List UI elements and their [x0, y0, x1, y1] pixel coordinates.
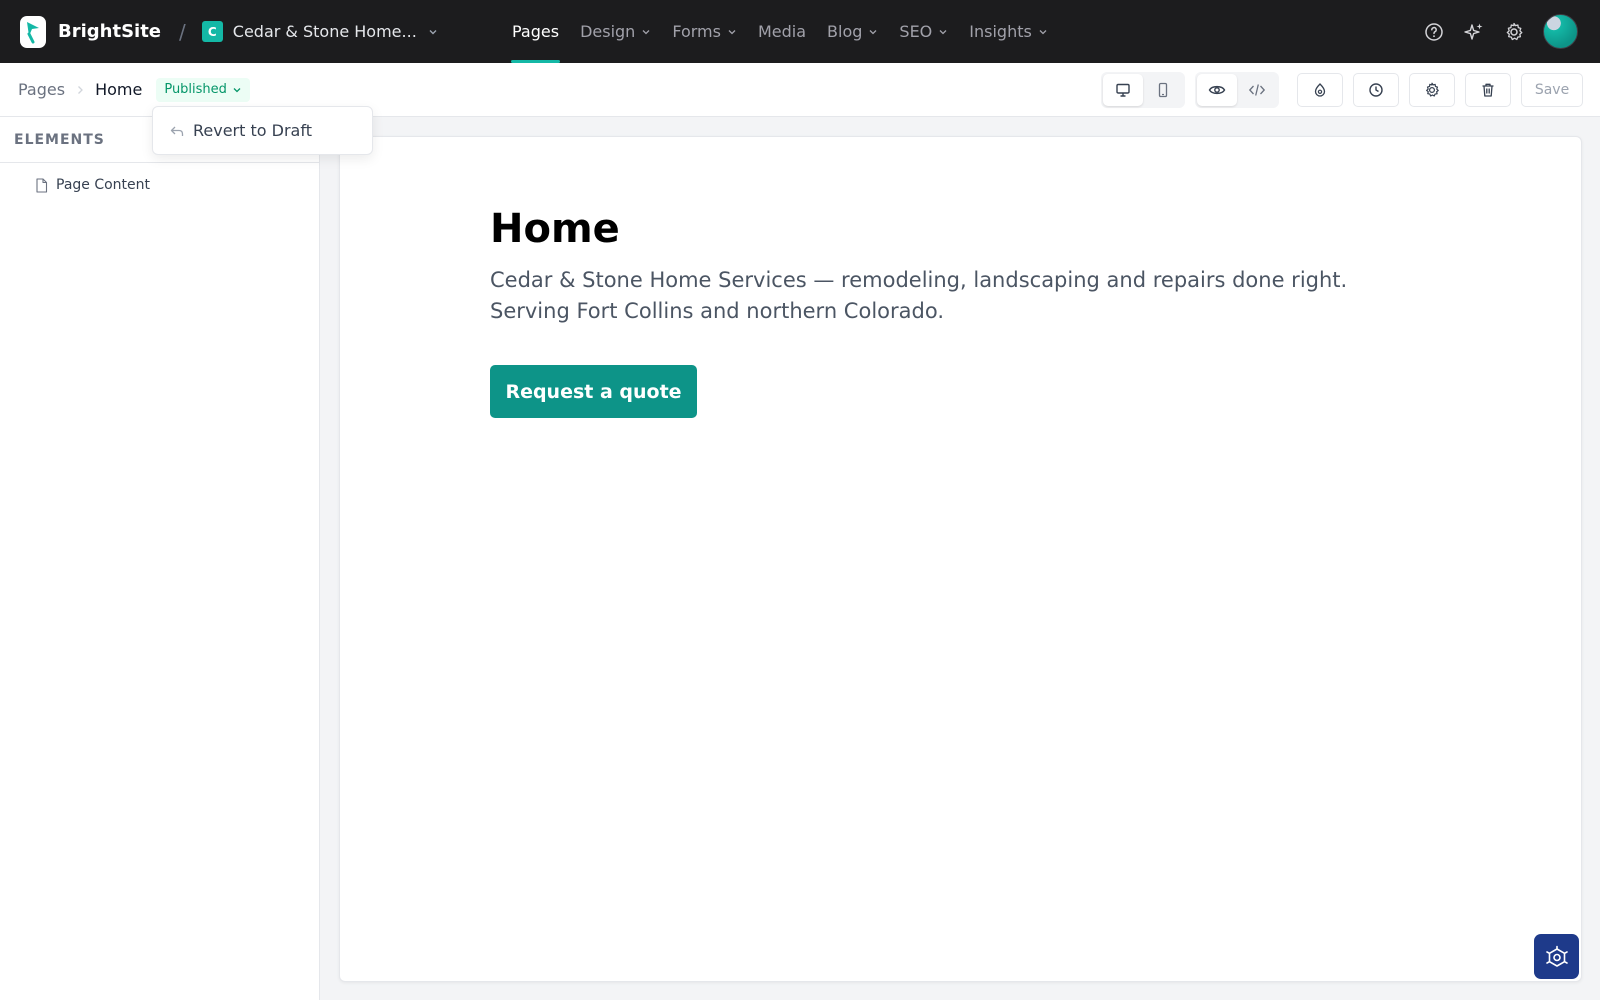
request-quote-button[interactable]: Request a quote [490, 365, 697, 418]
main-nav: Pages Design Forms Media Blog SEO Insigh… [510, 0, 1069, 63]
status-label: Published [164, 82, 227, 97]
revert-to-draft-label: Revert to Draft [193, 121, 312, 140]
brand-separator: / [179, 19, 186, 44]
nav-pages[interactable]: Pages [510, 0, 561, 63]
help-icon[interactable] [1423, 21, 1445, 43]
app-name: BrightSite [58, 21, 162, 42]
history-button[interactable] [1353, 73, 1399, 107]
eye-icon [1208, 85, 1226, 95]
gear-icon[interactable] [1503, 21, 1525, 43]
clock-icon [1369, 83, 1383, 97]
styles-button[interactable] [1297, 73, 1343, 107]
nav-pages-label: Pages [512, 22, 560, 41]
trash-icon [1482, 83, 1494, 97]
chevron-right-icon [78, 85, 83, 94]
desktop-view-button[interactable] [1103, 74, 1143, 106]
save-button[interactable]: Save [1521, 73, 1583, 107]
top-actions [1405, 0, 1578, 63]
nav-design-label: Design [580, 22, 636, 41]
status-dropdown-menu: Revert to Draft [152, 106, 373, 155]
tree-item-label: Page Content [56, 177, 151, 193]
mobile-view-button[interactable] [1143, 74, 1183, 106]
nav-blog-label: Blog [827, 22, 863, 41]
bug-report-button[interactable] [1534, 934, 1579, 979]
brand[interactable]: BrightSite [20, 15, 162, 48]
page-content: Home Cedar & Stone Home Services — remod… [490, 205, 1410, 418]
file-icon [36, 177, 48, 193]
elements-panel: ELEMENTS Page Content [0, 117, 320, 1000]
nav-media-label: Media [757, 22, 807, 41]
preview-button[interactable] [1197, 74, 1237, 106]
nav-forms[interactable]: Forms [672, 0, 737, 63]
code-view-button[interactable] [1237, 74, 1277, 106]
chevron-down-icon [939, 29, 947, 34]
page-settings-button[interactable] [1409, 73, 1455, 107]
undo-icon [170, 126, 184, 136]
nav-blog[interactable]: Blog [827, 0, 878, 63]
chevron-down-icon [1039, 29, 1047, 34]
tree-item-page-content[interactable]: Page Content [35, 174, 319, 196]
page-canvas[interactable]: Home Cedar & Stone Home Services — remod… [339, 136, 1582, 982]
device-toggle [1101, 72, 1185, 108]
delete-button[interactable] [1465, 73, 1511, 107]
code-icon [1248, 84, 1266, 96]
nav-forms-label: Forms [672, 22, 721, 41]
nav-seo-label: SEO [899, 22, 933, 41]
mobile-icon [1158, 82, 1168, 98]
bug-icon [1545, 945, 1568, 967]
palette-icon [1314, 83, 1326, 97]
site-badge: C [201, 21, 223, 42]
revert-to-draft-option[interactable]: Revert to Draft [169, 121, 312, 140]
chevron-down-icon [429, 29, 437, 34]
breadcrumb-current: Home [95, 80, 143, 99]
nav-insights-label: Insights [969, 22, 1032, 41]
nav-seo[interactable]: SEO [899, 0, 948, 63]
brightsite-logo-icon [20, 15, 46, 48]
desktop-icon [1116, 83, 1130, 97]
status-badge[interactable]: Published [156, 77, 250, 102]
nav-design[interactable]: Design [580, 0, 651, 63]
nav-media[interactable]: Media [758, 0, 806, 63]
sparkles-icon[interactable] [1463, 21, 1485, 43]
breadcrumb-pages-link[interactable]: Pages [18, 80, 65, 99]
gear-icon [1426, 82, 1439, 97]
site-switcher[interactable]: C Cedar & Stone Home... [201, 21, 439, 42]
editor-toolbar: Save [1101, 72, 1583, 108]
top-bar: BrightSite / C Cedar & Stone Home... Pag… [0, 0, 1600, 63]
nav-insights[interactable]: Insights [969, 0, 1048, 63]
site-name: Cedar & Stone Home... [232, 22, 417, 41]
page-heading[interactable]: Home [490, 205, 1410, 253]
chevron-down-icon [642, 29, 650, 34]
mode-toggle [1195, 72, 1279, 108]
breadcrumb: Pages Home [18, 80, 142, 99]
avatar[interactable] [1543, 14, 1578, 49]
chevron-down-icon [728, 29, 736, 34]
chevron-down-icon [869, 29, 877, 34]
chevron-down-icon [233, 87, 241, 92]
page-lead-text[interactable]: Cedar & Stone Home Services — remodeling… [490, 265, 1410, 327]
